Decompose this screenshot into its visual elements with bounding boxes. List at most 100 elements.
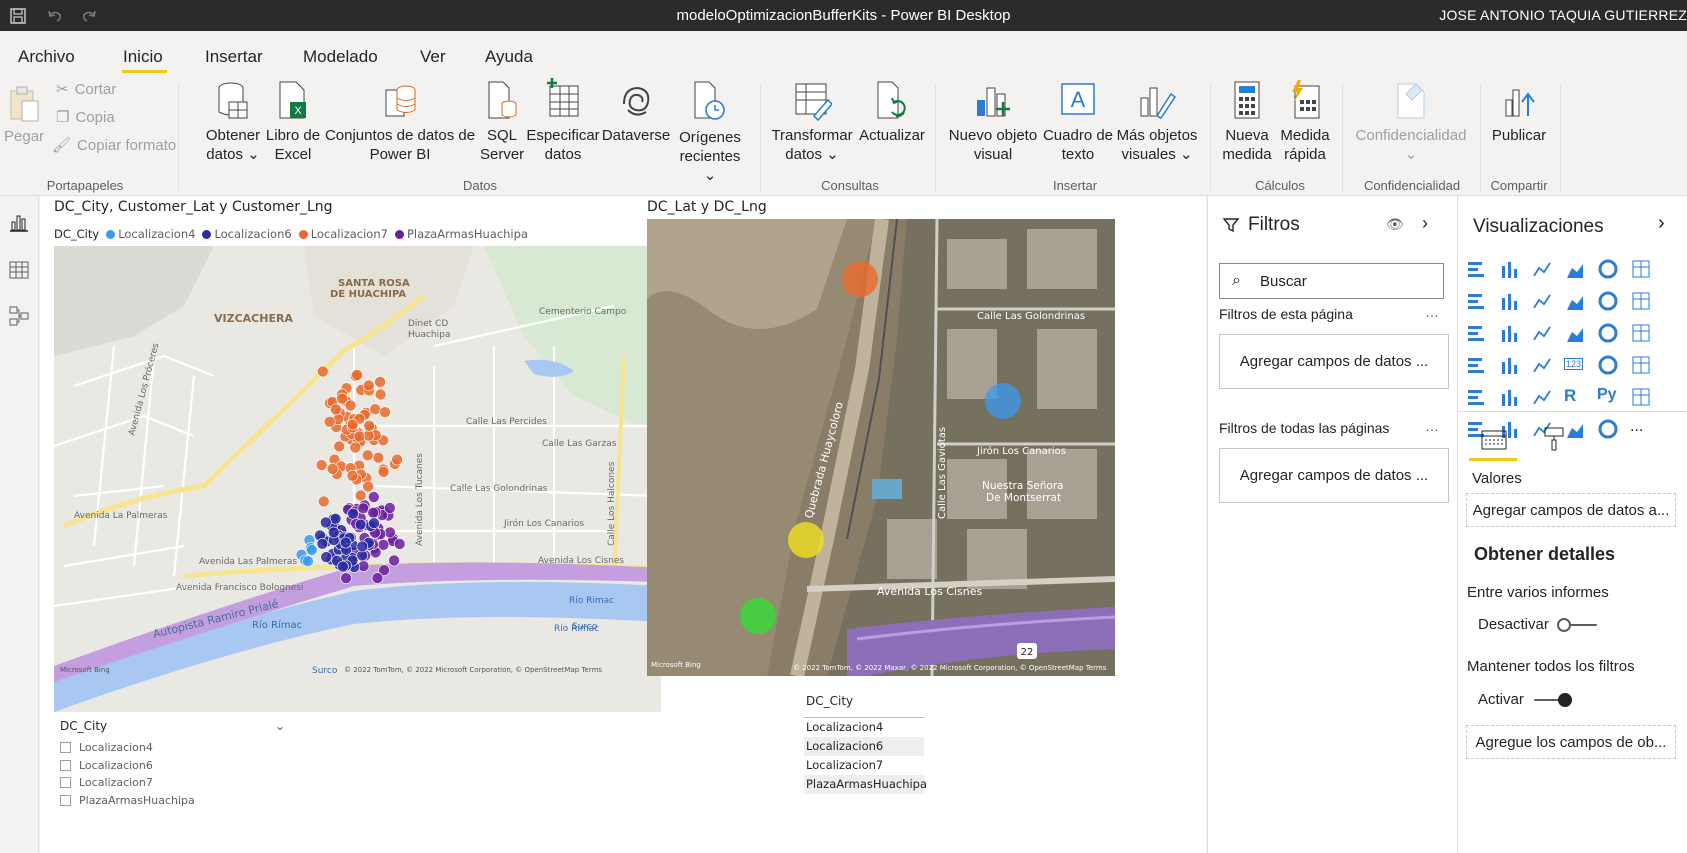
- sensitivity-button[interactable]: Confidencialidad ⌄: [1350, 80, 1472, 164]
- slicer-icon[interactable]: [1465, 386, 1487, 408]
- customer-point-localizacion6[interactable]: [356, 540, 369, 553]
- customer-point-localizacion7[interactable]: [372, 451, 385, 464]
- power-apps-icon[interactable]: [1564, 418, 1586, 440]
- line-clustered-icon[interactable]: [1597, 290, 1619, 312]
- slicer-item[interactable]: Localizacion7: [60, 774, 310, 792]
- customer-point-plaza[interactable]: [377, 538, 390, 551]
- text-box-button[interactable]: A Cuadro de texto: [1042, 80, 1114, 164]
- build-visual-icon[interactable]: [1481, 428, 1507, 452]
- customer-point-localizacion6[interactable]: [368, 517, 380, 530]
- customer-point-localizacion7[interactable]: [333, 440, 346, 453]
- checkbox[interactable]: [60, 759, 71, 771]
- table-icon[interactable]: [1498, 386, 1520, 408]
- r-visual-icon[interactable]: R: [1564, 386, 1586, 408]
- checkbox[interactable]: [60, 794, 71, 806]
- data-view-icon[interactable]: [7, 258, 31, 282]
- enter-data-button[interactable]: Especificar datos: [525, 78, 601, 164]
- new-visual-button[interactable]: Nuevo objeto visual: [945, 80, 1041, 164]
- copy-button[interactable]: ❐ Copia: [56, 108, 115, 127]
- filled-map-icon[interactable]: [1498, 354, 1520, 376]
- values-well[interactable]: Agregar campos de datos a...: [1466, 493, 1676, 527]
- customer-point-localizacion6[interactable]: [316, 537, 329, 550]
- customer-point-plaza[interactable]: [384, 526, 396, 539]
- 100-column-icon[interactable]: [1630, 258, 1652, 280]
- table-header[interactable]: DC_City: [804, 694, 924, 718]
- customer-point-localizacion7[interactable]: [369, 403, 382, 415]
- customer-point-localizacion7[interactable]: [361, 449, 374, 462]
- customer-point-localizacion7[interactable]: [362, 379, 375, 392]
- new-measure-button[interactable]: Nueva medida: [1218, 80, 1276, 164]
- customer-point-localizacion6[interactable]: [319, 516, 332, 529]
- customer-point-localizacion7[interactable]: [374, 388, 387, 401]
- card-icon[interactable]: 123: [1564, 354, 1586, 376]
- stacked-area-icon[interactable]: [1531, 290, 1553, 312]
- map-icon[interactable]: [1465, 354, 1487, 376]
- slicer-item[interactable]: PlazaArmasHuachipa: [60, 792, 310, 810]
- customer-point-plaza[interactable]: [393, 538, 406, 550]
- user-name[interactable]: JOSE ANTONIO TAQUIA GUTIERREZ: [1439, 7, 1687, 23]
- filters-search-input[interactable]: ⌕ Buscar: [1219, 263, 1444, 299]
- cross-report-toggle[interactable]: Desactivar: [1478, 616, 1597, 633]
- 100-bar-icon[interactable]: [1597, 258, 1619, 280]
- customer-point-localizacion6[interactable]: [320, 551, 333, 563]
- slicer-item[interactable]: Localizacion4: [60, 739, 310, 757]
- sql-server-button[interactable]: SQL Server: [480, 80, 524, 164]
- paste-button[interactable]: Pegar: [4, 83, 44, 146]
- customer-point-localizacion7[interactable]: [354, 489, 367, 502]
- customer-point-localizacion7[interactable]: [329, 403, 342, 416]
- legend-item[interactable]: Localizacion6: [202, 227, 292, 241]
- dc-bubble-localizacion4[interactable]: [985, 383, 1021, 419]
- customer-point-localizacion7[interactable]: [346, 470, 359, 482]
- customer-point-localizacion4[interactable]: [302, 555, 314, 568]
- customer-point-localizacion7[interactable]: [377, 466, 390, 478]
- ribbon-icon[interactable]: [1630, 290, 1652, 312]
- customer-point-plaza[interactable]: [340, 572, 352, 585]
- refresh-button[interactable]: Actualizar: [855, 80, 929, 145]
- customer-point-localizacion6[interactable]: [354, 518, 367, 531]
- tab-modelado[interactable]: Modelado: [303, 47, 378, 67]
- tab-inicio[interactable]: Inicio: [123, 47, 163, 67]
- customer-point-plaza[interactable]: [367, 491, 380, 503]
- customer-point-localizacion7[interactable]: [326, 463, 339, 475]
- funnel-icon[interactable]: [1498, 322, 1520, 344]
- pie-icon[interactable]: [1564, 322, 1586, 344]
- model-view-icon[interactable]: [7, 304, 31, 328]
- python-visual-icon[interactable]: Py: [1597, 386, 1619, 408]
- customer-point-plaza[interactable]: [388, 554, 400, 567]
- dc-map[interactable]: Calle Las Golondrinas Jirón Los Canarios…: [647, 219, 1115, 676]
- more-visuals-button[interactable]: Más objetos visuales ⌄: [1115, 80, 1199, 164]
- keep-filters-toggle[interactable]: Activar: [1478, 691, 1572, 708]
- customer-point-localizacion7[interactable]: [316, 365, 329, 378]
- chevron-down-icon[interactable]: ⌄: [275, 719, 285, 733]
- customer-point-plaza[interactable]: [357, 502, 370, 515]
- dataverse-button[interactable]: Dataverse: [601, 80, 671, 145]
- treemap-icon[interactable]: [1630, 322, 1652, 344]
- table-row[interactable]: Localizacion7: [804, 756, 924, 775]
- all-pages-filters-well[interactable]: Agregar campos de datos ...: [1219, 448, 1449, 503]
- power-automate-icon[interactable]: [1597, 418, 1619, 440]
- customer-point-plaza[interactable]: [383, 502, 396, 514]
- more-options-icon[interactable]: …: [1425, 418, 1439, 434]
- get-data-button[interactable]: Obtener datos ⌄: [202, 80, 264, 164]
- customer-point-localizacion7[interactable]: [336, 392, 348, 405]
- dc-bubble-localizacion7[interactable]: [842, 261, 878, 297]
- publish-button[interactable]: Publicar: [1486, 80, 1552, 145]
- paintbrush-icon[interactable]: [1542, 426, 1566, 452]
- tab-archivo[interactable]: Archivo: [18, 47, 75, 67]
- customer-point-localizacion7[interactable]: [315, 459, 328, 471]
- format-painter-button[interactable]: 🖌 Copiar formato: [52, 136, 176, 155]
- slicer-item[interactable]: Localizacion6: [60, 757, 310, 775]
- legend-item[interactable]: Localizacion4: [106, 227, 195, 241]
- matrix-icon[interactable]: [1531, 386, 1553, 408]
- legend-item[interactable]: PlazaArmasHuachipa: [394, 227, 528, 241]
- table-row[interactable]: Localizacion6: [804, 737, 924, 756]
- line-column-icon[interactable]: [1564, 290, 1586, 312]
- customer-point-localizacion7[interactable]: [346, 418, 359, 431]
- customer-point-localizacion7[interactable]: [362, 480, 374, 493]
- customer-point-localizacion7[interactable]: [374, 376, 386, 388]
- customer-point-localizacion7[interactable]: [391, 453, 403, 466]
- page-filters-well[interactable]: Agregar campos de datos ...: [1219, 334, 1449, 389]
- clustered-bar-icon[interactable]: [1531, 258, 1553, 280]
- customer-point-localizacion7[interactable]: [379, 406, 391, 418]
- customer-point-localizacion4[interactable]: [305, 544, 318, 556]
